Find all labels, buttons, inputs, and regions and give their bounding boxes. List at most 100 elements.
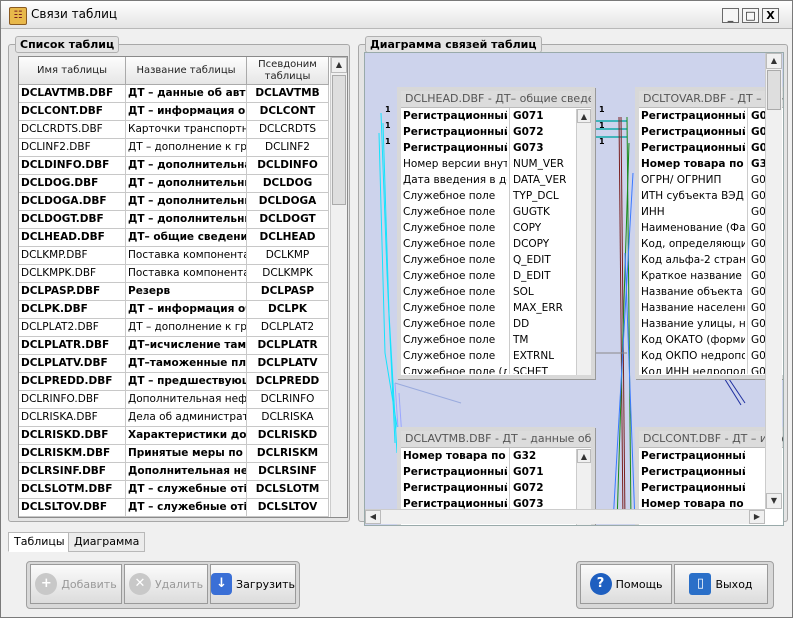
- table-box-title[interactable]: DCLAVTMB.DBF - ДТ – данные об автомобиле: [401, 431, 591, 448]
- table-row[interactable]: DCLKMP.DBF Поставка компонентам DCLKMP: [19, 247, 329, 265]
- table-row[interactable]: DCLDOGA.DBF ДТ – дополнительны DCLDOGA: [19, 193, 329, 211]
- field-row[interactable]: Регистрационный но: [639, 480, 783, 496]
- field-row[interactable]: Дата введения в де DATA_VER: [401, 172, 591, 188]
- field-row[interactable]: Служебное поле MAX_ERR: [401, 300, 591, 316]
- table-row[interactable]: DCLHEAD.DBF ДТ– общие сведени DCLHEAD: [19, 229, 329, 247]
- field-row[interactable]: Регистрационный G071: [401, 464, 591, 480]
- table-row[interactable]: DCLDOGT.DBF ДТ – дополнительны DCLDOGT: [19, 211, 329, 229]
- table-row[interactable]: DCLCONT.DBF ДТ – информация о к DCLCONT: [19, 103, 329, 121]
- add-button[interactable]: + Добавить: [30, 564, 122, 604]
- field-row[interactable]: Название объекта а G0: [639, 284, 783, 300]
- field-row[interactable]: Номер версии внутр NUM_VER: [401, 156, 591, 172]
- table-row[interactable]: DCLSLOTM.DBF ДТ – служебные оті DCLSLOTM: [19, 481, 329, 499]
- scroll-down-button[interactable]: ▼: [766, 493, 782, 509]
- load-button[interactable]: ↓ Загрузить: [210, 564, 296, 604]
- diagram-canvas[interactable]: 1 1 1 1 1 1 DCLHEAD.DBF - ДТ– общие свед…: [364, 52, 784, 526]
- table-list-scrollbar[interactable]: ▲: [330, 57, 347, 517]
- field-row[interactable]: Служебное поле Q_EDIT: [401, 252, 591, 268]
- minimize-button[interactable]: _: [722, 8, 739, 23]
- field-row[interactable]: Регистрационный G071: [401, 108, 591, 124]
- field-row[interactable]: Служебное поле DD: [401, 316, 591, 332]
- field-row[interactable]: Служебное поле TM: [401, 332, 591, 348]
- table-cell-title: Поставка компонентам: [126, 265, 247, 282]
- field-row[interactable]: Служебное поле GUGTK: [401, 204, 591, 220]
- table-row[interactable]: DCLDOG.DBF ДТ – дополнительны DCLDOG: [19, 175, 329, 193]
- field-row[interactable]: Код ИНН недропол G0: [639, 364, 783, 374]
- table-row[interactable]: DCLINF2.DBF ДТ – дополнение к грас DCLINF2: [19, 139, 329, 157]
- table-box-dclhead[interactable]: DCLHEAD.DBF - ДТ– общие сведенияРегистра…: [397, 87, 595, 379]
- table-row[interactable]: DCLPLATR.DBF ДТ–исчисление тамо DCLPLATR: [19, 337, 329, 355]
- field-row[interactable]: ИНН G0: [639, 204, 783, 220]
- field-row[interactable]: Служебное поле DCOPY: [401, 236, 591, 252]
- tab-diagram[interactable]: Диаграмма: [68, 532, 146, 552]
- field-row[interactable]: Регистрационный G073: [401, 140, 591, 156]
- table-row[interactable]: DCLCRDTS.DBF Карточки транспортны DCLCRDTS: [19, 121, 329, 139]
- tab-tables[interactable]: Таблицы: [8, 532, 71, 552]
- column-header-name[interactable]: Имя таблицы: [19, 57, 126, 85]
- scroll-up-button[interactable]: ▲: [331, 57, 347, 73]
- help-button[interactable]: ? Помощь: [580, 564, 672, 604]
- field-row[interactable]: Служебное поле TYP_DCL: [401, 188, 591, 204]
- column-header-title[interactable]: Название таблицы: [126, 57, 247, 85]
- table-row[interactable]: DCLAVTMB.DBF ДТ – данные об авт DCLAVTMB: [19, 85, 329, 103]
- table-row[interactable]: DCLPLAT2.DBF ДТ – дополнение к грас DCLPLA…: [19, 319, 329, 337]
- table-row[interactable]: DCLRISKD.DBF Характеристики дос DCLRISKD: [19, 427, 329, 445]
- field-row[interactable]: Код альфа-2 страны G0: [639, 252, 783, 268]
- table-list-grid[interactable]: Имя таблицы Название таблицы Псевдоним т…: [18, 56, 348, 518]
- field-row[interactable]: Служебное поле D_EDIT: [401, 268, 591, 284]
- table-row[interactable]: DCLDINFO.DBF ДТ – дополнительна DCLDINFO: [19, 157, 329, 175]
- exit-button[interactable]: ▯ Выход: [674, 564, 768, 604]
- field-row[interactable]: ИТН субъекта ВЭД G0: [639, 188, 783, 204]
- scroll-thumb[interactable]: [332, 75, 346, 205]
- field-row[interactable]: ОГРН/ ОГРНИП G0: [639, 172, 783, 188]
- column-header-alias[interactable]: Псевдоним таблицы: [247, 57, 329, 85]
- table-box-scrollbar[interactable]: ▲: [576, 109, 591, 375]
- table-row[interactable]: DCLRISKM.DBF Принятые меры по е DCLRISKM: [19, 445, 329, 463]
- table-row[interactable]: DCLKMPK.DBF Поставка компонентам DCLKMPK: [19, 265, 329, 283]
- diagram-vscrollbar[interactable]: ▲ ▼: [765, 53, 782, 509]
- table-box-title[interactable]: DCLTOVAR.DBF - ДТ – данные о товаре: [639, 91, 783, 108]
- table-row[interactable]: DCLRINFO.DBF Дополнительная неф DCLRINFO: [19, 391, 329, 409]
- field-row[interactable]: Регистрационный но: [639, 464, 783, 480]
- field-row[interactable]: Регистрационный G0: [639, 140, 783, 156]
- table-row[interactable]: DCLPK.DBF ДТ – информация об DCLPK: [19, 301, 329, 319]
- field-row[interactable]: Регистрационный G072: [401, 480, 591, 496]
- field-row[interactable]: Название населенно G0: [639, 300, 783, 316]
- field-row[interactable]: Регистрационный G0: [639, 108, 783, 124]
- field-row[interactable]: Служебное поле EXTRNL: [401, 348, 591, 364]
- table-row[interactable]: DCLPREDD.DBF ДТ – предшествующ DCLPREDD: [19, 373, 329, 391]
- table-box-title[interactable]: DCLHEAD.DBF - ДТ– общие сведения: [401, 91, 591, 108]
- field-row[interactable]: Наименование (Фам G0: [639, 220, 783, 236]
- maximize-button[interactable]: □: [742, 8, 759, 23]
- field-row[interactable]: Регистрационный G0: [639, 124, 783, 140]
- field-row[interactable]: Код, определяющий G0: [639, 236, 783, 252]
- field-row[interactable]: Служебное поле COPY: [401, 220, 591, 236]
- scroll-up-button[interactable]: ▲: [766, 53, 782, 69]
- field-row[interactable]: Номер товара по G3: [639, 156, 783, 172]
- scroll-up-button[interactable]: ▲: [577, 109, 591, 123]
- field-row[interactable]: Код ОКПО недропол G0: [639, 348, 783, 364]
- scroll-up-button[interactable]: ▲: [577, 449, 591, 463]
- field-row[interactable]: Номер товара по G32: [401, 448, 591, 464]
- table-row[interactable]: DCLPLATV.DBF ДТ–таможенные пла DCLPLATV: [19, 355, 329, 373]
- table-row[interactable]: DCLSLTOV.DBF ДТ – служебные оті DCLSLTOV: [19, 499, 329, 517]
- table-row[interactable]: DCLRSINF.DBF Дополнительная не DCLRSINF: [19, 463, 329, 481]
- diagram-hscrollbar[interactable]: ◀ ▶: [365, 509, 765, 524]
- close-button[interactable]: X: [762, 8, 779, 23]
- table-row[interactable]: DCLRISKA.DBF Дела об администрати DCLRISKA: [19, 409, 329, 427]
- field-row[interactable]: Служебное поле SOL: [401, 284, 591, 300]
- field-row[interactable]: Регистрационный но: [639, 448, 783, 464]
- field-row[interactable]: Код ОКАТО (форми G0: [639, 332, 783, 348]
- scroll-right-button[interactable]: ▶: [749, 510, 765, 524]
- field-row[interactable]: Служебное поле (да SCHET: [401, 364, 591, 374]
- scroll-thumb[interactable]: [767, 70, 781, 110]
- scroll-left-button[interactable]: ◀: [365, 510, 381, 524]
- table-box-title[interactable]: DCLCONT.DBF - ДТ – информация о контейне…: [639, 431, 783, 448]
- table-row[interactable]: DCLSUMPP.DBFДТ - платёжные доDCLSUMPP: [19, 517, 329, 518]
- field-row[interactable]: Регистрационный G072: [401, 124, 591, 140]
- table-row[interactable]: DCLPASP.DBF Резерв DCLPASP: [19, 283, 329, 301]
- field-row[interactable]: Краткое название с G0: [639, 268, 783, 284]
- field-row[interactable]: Название улицы, но G0: [639, 316, 783, 332]
- table-box-dcltovar[interactable]: DCLTOVAR.DBF - ДТ – данные о товареРегис…: [635, 87, 783, 379]
- delete-button[interactable]: ✕ Удалить: [124, 564, 208, 604]
